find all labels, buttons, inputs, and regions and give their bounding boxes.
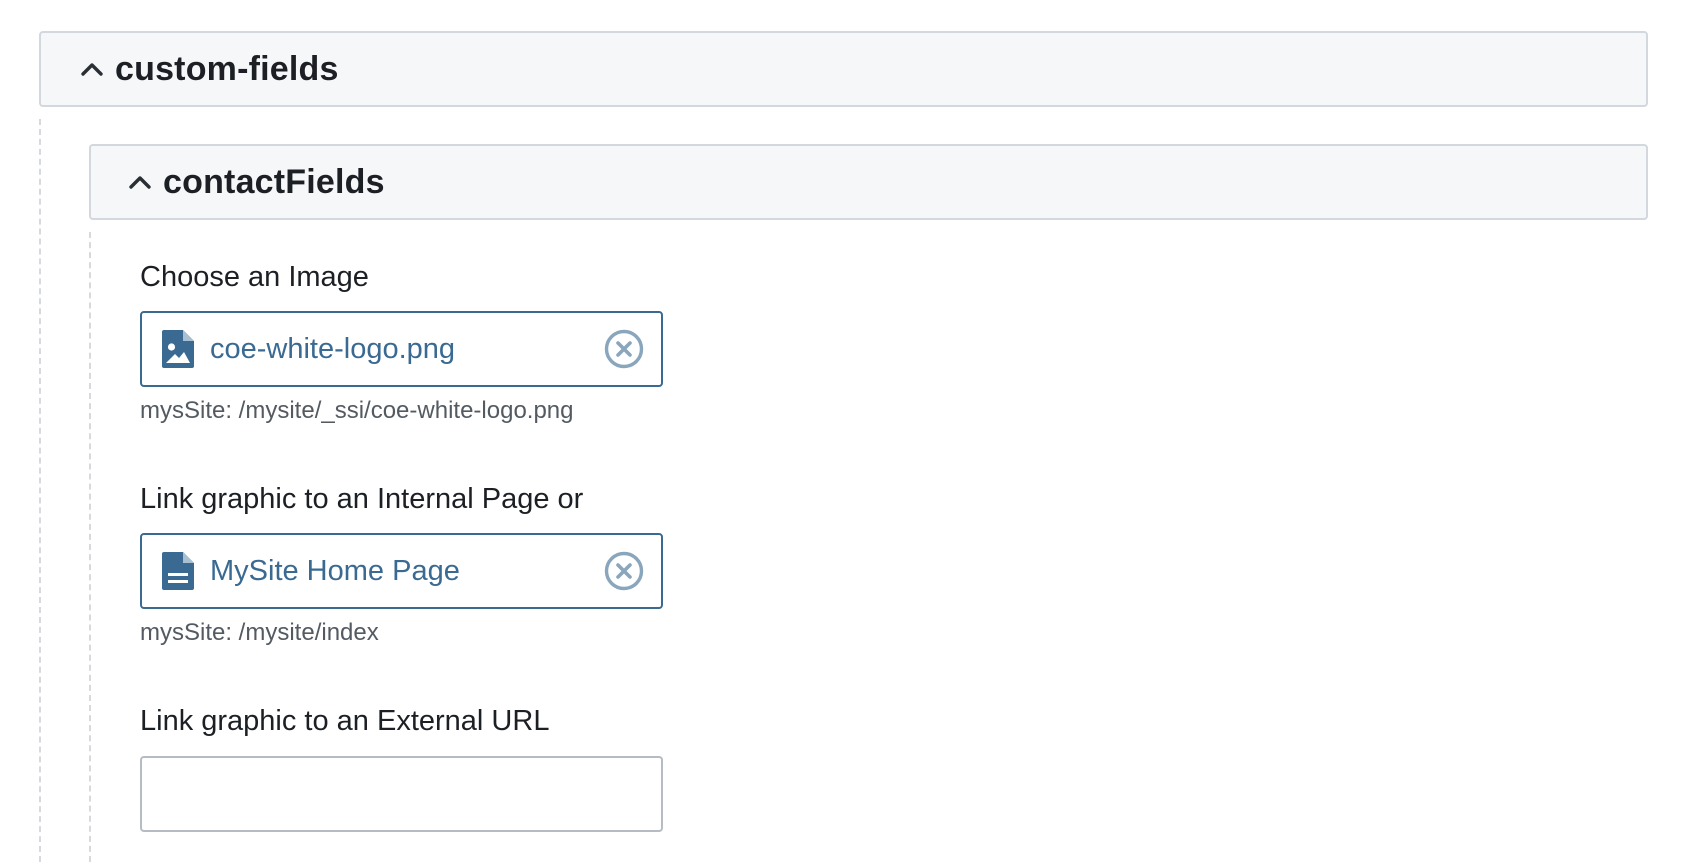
nesting-guide-line [89, 232, 91, 862]
contact-fields-section-header[interactable]: contactFields [89, 144, 1648, 220]
internal-page-name[interactable]: MySite Home Page [210, 555, 604, 588]
file-image-icon [162, 329, 194, 369]
chevron-up-icon[interactable] [79, 56, 105, 82]
image-asset-path: mysSite: /mysite/_ssi/coe-white-logo.png [140, 397, 574, 424]
custom-fields-section-header[interactable]: custom-fields [39, 31, 1648, 107]
clear-circle-icon[interactable] [604, 551, 644, 591]
external-url-field-label: Link graphic to an External URL [140, 705, 550, 737]
image-asset-name[interactable]: coe-white-logo.png [210, 333, 604, 366]
section-title: custom-fields [115, 49, 339, 88]
image-chooser[interactable]: coe-white-logo.png [140, 311, 663, 387]
chevron-up-icon[interactable] [127, 169, 153, 195]
section-title: contactFields [163, 162, 385, 201]
internal-page-chooser[interactable]: MySite Home Page [140, 533, 663, 609]
file-page-icon [162, 551, 194, 591]
nesting-guide-line [39, 119, 41, 862]
internal-page-path: mysSite: /mysite/index [140, 619, 379, 646]
internal-link-field-label: Link graphic to an Internal Page or [140, 483, 584, 515]
clear-circle-icon[interactable] [604, 329, 644, 369]
image-field-label: Choose an Image [140, 261, 369, 293]
external-url-input[interactable] [140, 756, 663, 832]
